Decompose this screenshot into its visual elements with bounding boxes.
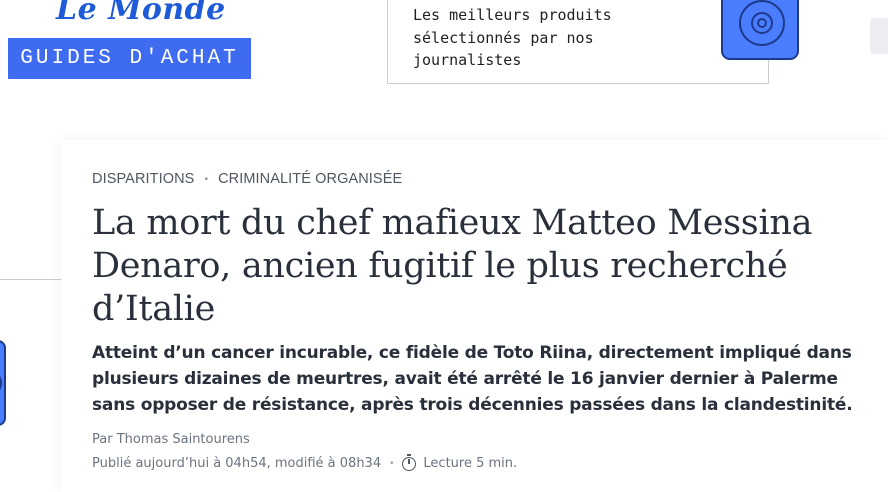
article-headline: La mort du chef mafieux Matteo Messina D… xyxy=(92,203,813,329)
guides-promo-box[interactable]: Les meilleurs produits sélectionnés par … xyxy=(387,0,799,84)
tag-separator: • xyxy=(204,173,209,185)
article-byline[interactable]: Par Thomas Saintourens xyxy=(92,432,250,447)
le-monde-logo[interactable]: Le Monde xyxy=(56,0,226,27)
guides-achat-badge[interactable]: GUIDES D'ACHAT xyxy=(8,38,251,79)
banner-edge-button[interactable] xyxy=(870,18,888,54)
clock-icon xyxy=(402,453,417,471)
divider xyxy=(0,279,61,280)
tag-criminalite-organisee[interactable]: CRIMINALITÉ ORGANISÉE xyxy=(218,171,402,187)
tag-disparitions[interactable]: DISPARITIONS xyxy=(92,171,194,187)
meta-separator: • xyxy=(389,458,395,469)
article-standfirst: Atteint d’un cancer incurable, ce fidèle… xyxy=(92,343,853,415)
article-header: DISPARITIONS • CRIMINALITÉ ORGANISÉE La … xyxy=(61,140,888,492)
top-banner: Le Monde GUIDES D'ACHAT Les meilleurs pr… xyxy=(0,0,888,92)
publication-date: Publié aujourd’hui à 04h54, modifié à 08… xyxy=(92,456,382,471)
reading-time: Lecture 5 min. xyxy=(423,456,518,471)
article-tags: DISPARITIONS • CRIMINALITÉ ORGANISÉE xyxy=(92,171,402,187)
camera-icon xyxy=(721,0,799,60)
promo-text: Les meilleurs produits sélectionnés par … xyxy=(413,6,612,69)
article-meta: Publié aujourd’hui à 04h54, modifié à 08… xyxy=(92,453,518,471)
camera-icon-partial xyxy=(0,340,6,426)
